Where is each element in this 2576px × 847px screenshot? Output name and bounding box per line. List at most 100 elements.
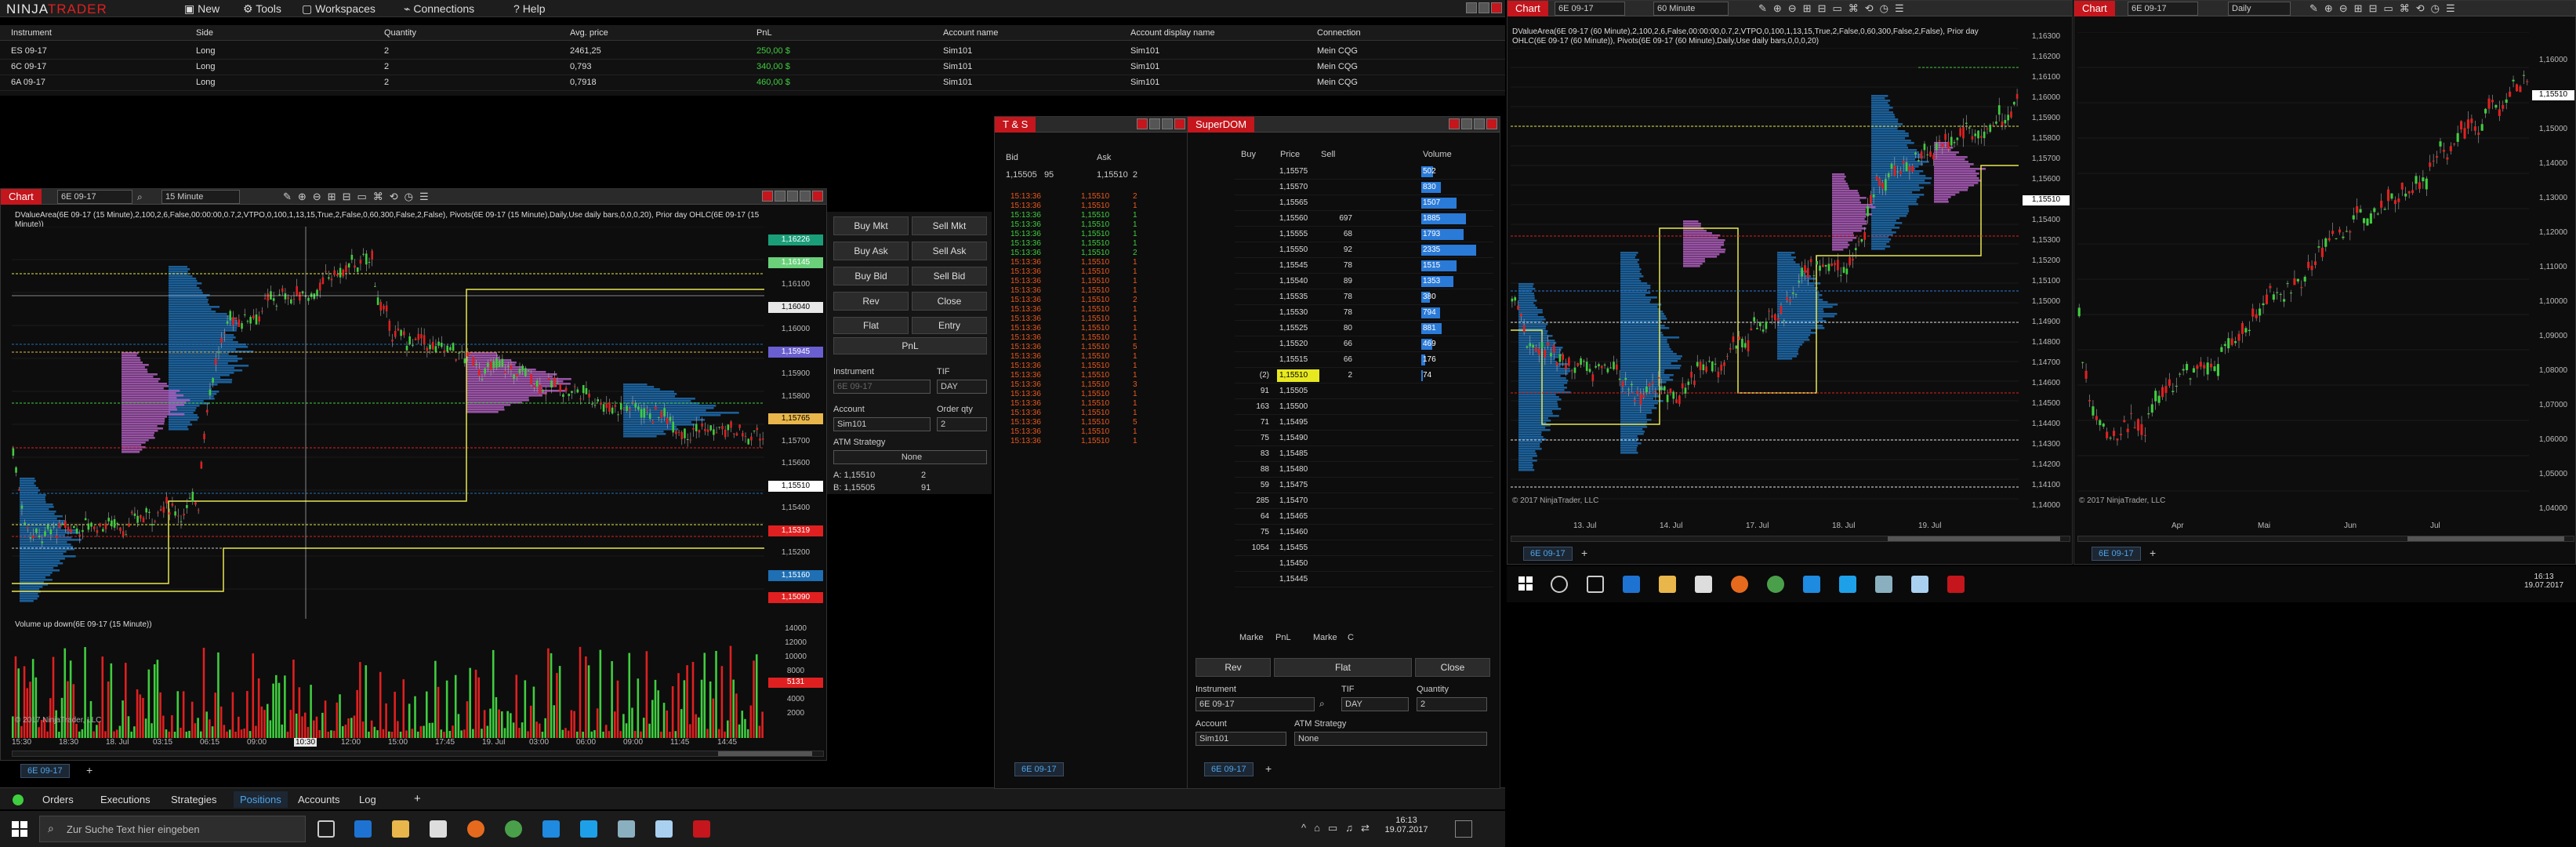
drawing-tools-icon[interactable]: ✎⊕⊖⊞⊟▭⌘⟲◷☰ bbox=[1758, 2, 1910, 15]
superdom-tab[interactable]: 6E 09-17 bbox=[1204, 762, 1254, 776]
col-quantity[interactable]: Quantity bbox=[384, 28, 416, 38]
dom-row[interactable]: 64 1,15465 bbox=[1235, 509, 1493, 525]
dom-row[interactable]: 1,15575 502 bbox=[1235, 164, 1493, 180]
chart1-tab[interactable]: 6E 09-17 bbox=[20, 764, 70, 778]
menu-help[interactable]: ? Help bbox=[513, 2, 545, 15]
dom-row[interactable]: 1,15445 bbox=[1235, 572, 1493, 587]
windows-start-icon[interactable] bbox=[1518, 576, 1533, 591]
app-icon[interactable] bbox=[542, 820, 560, 838]
chart2-price-panel[interactable] bbox=[1511, 48, 2019, 517]
dom-row[interactable]: 1,15560 697 1885 bbox=[1235, 211, 1493, 227]
dom-row[interactable]: 83 1,15485 bbox=[1235, 446, 1493, 462]
dom-row[interactable]: 1054 1,15455 bbox=[1235, 540, 1493, 556]
drawing-tools-icon[interactable]: ✎⊕⊖⊞⊟▭⌘⟲◷☰ bbox=[2309, 2, 2462, 15]
dom-row[interactable]: 1,15570 830 bbox=[1235, 180, 1493, 195]
superdom-window-controls[interactable] bbox=[1447, 118, 1497, 132]
chart3-interval-select[interactable]: Daily bbox=[2228, 2, 2291, 16]
drawing-tools-icon[interactable]: ✎⊕⊖⊞⊟▭⌘⟲◷☰ bbox=[283, 191, 435, 203]
chrome-icon[interactable] bbox=[505, 820, 522, 838]
dom-account-select[interactable]: Sim101 bbox=[1195, 732, 1286, 746]
sell-ask-button[interactable]: Sell Ask bbox=[912, 242, 987, 260]
sell-mkt-button[interactable]: Sell Mkt bbox=[912, 216, 987, 235]
chart3-price-axis[interactable]: 1,16000 1,15510 1,15000 1,14000 1,13000 1,120… bbox=[2531, 24, 2576, 526]
dom-row[interactable]: 1,15555 68 1793 bbox=[1235, 227, 1493, 242]
chart2-tab[interactable]: 6E 09-17 bbox=[1523, 547, 1573, 561]
dom-row[interactable]: 1,15450 bbox=[1235, 556, 1493, 572]
dom-market-buy[interactable]: Marke bbox=[1239, 633, 1264, 642]
task-view-icon[interactable] bbox=[1587, 576, 1604, 593]
app-icon[interactable] bbox=[618, 820, 635, 838]
menu-connections[interactable]: ⌁ Connections bbox=[404, 2, 474, 16]
chart1-interval-select[interactable]: 15 Minute bbox=[161, 190, 240, 204]
tab-strategies[interactable]: Strategies bbox=[171, 794, 217, 805]
col-account-display[interactable]: Account display name bbox=[1130, 28, 1215, 38]
explorer-icon[interactable] bbox=[1659, 576, 1676, 593]
chart1-window-controls[interactable] bbox=[760, 191, 823, 204]
col-pnl[interactable]: PnL bbox=[756, 28, 772, 38]
dom-row[interactable]: 88 1,15480 bbox=[1235, 462, 1493, 478]
chart2-price-axis[interactable]: 1,16300 1,16200 1,16100 1,16000 1,15900 1,158… bbox=[2021, 27, 2073, 529]
reverse-button[interactable]: Rev bbox=[833, 292, 909, 311]
skype-icon[interactable] bbox=[580, 820, 597, 838]
chart1-instrument-select[interactable]: 6E 09-17 bbox=[57, 190, 132, 204]
taskbar-clock[interactable]: 16:13 19.07.2017 bbox=[1383, 816, 1430, 834]
app-icon[interactable] bbox=[655, 820, 673, 838]
store-icon[interactable] bbox=[430, 820, 447, 838]
firefox-icon[interactable] bbox=[467, 820, 484, 838]
ninjatrader-taskbar-icon[interactable] bbox=[1947, 576, 1965, 593]
dom-row[interactable]: 91 1,15505 bbox=[1235, 384, 1493, 399]
windows-start-icon[interactable] bbox=[11, 820, 28, 838]
chart1-price-panel[interactable] bbox=[12, 227, 764, 619]
tab-orders[interactable]: Orders bbox=[42, 794, 74, 805]
dom-close-button[interactable]: Close bbox=[1415, 658, 1490, 677]
buy-ask-button[interactable]: Buy Ask bbox=[833, 242, 909, 260]
dom-row[interactable]: 1,15535 78 380 bbox=[1235, 289, 1493, 305]
task-view-icon[interactable] bbox=[317, 820, 335, 838]
tab-accounts[interactable]: Accounts bbox=[298, 794, 339, 805]
chart-trader-account[interactable]: Sim101 bbox=[833, 417, 931, 431]
search-icon[interactable]: ⌕ bbox=[1319, 698, 1325, 710]
dom-qty-input[interactable]: 2 bbox=[1417, 697, 1487, 711]
add-tab-icon[interactable]: + bbox=[414, 792, 421, 805]
chart-trader-qty[interactable]: 2 bbox=[937, 417, 987, 431]
chart2-time-axis[interactable]: 13. Jul 14. Jul 17. Jul 18. Jul 19. Jul bbox=[1511, 522, 2019, 533]
notification-icon[interactable] bbox=[1455, 820, 1472, 838]
ts-window-controls[interactable] bbox=[1135, 118, 1185, 132]
chart-trader-atm[interactable]: None bbox=[833, 450, 987, 464]
dom-row[interactable]: (2) 1,15510 2 74 bbox=[1235, 368, 1493, 384]
add-tab-icon[interactable]: + bbox=[1265, 762, 1272, 775]
chart1-scrollbar[interactable] bbox=[12, 751, 824, 757]
add-tab-icon[interactable]: + bbox=[86, 764, 93, 776]
dom-reverse-button[interactable]: Rev bbox=[1195, 658, 1271, 677]
chart3-scrollbar[interactable] bbox=[2077, 536, 2574, 542]
chart1-price-axis[interactable]: 1,16226 1,16145 1,16100 1,16040 1,16000 1,159… bbox=[765, 227, 828, 619]
menu-workspaces[interactable]: ▢ Workspaces bbox=[302, 2, 376, 16]
buy-bid-button[interactable]: Buy Bid bbox=[833, 267, 909, 285]
col-instrument[interactable]: Instrument bbox=[11, 28, 52, 38]
dom-row[interactable]: 71 1,15495 bbox=[1235, 415, 1493, 431]
search-icon[interactable]: ⌕ bbox=[137, 191, 143, 203]
app-icon[interactable] bbox=[1911, 576, 1928, 593]
store-icon[interactable] bbox=[1695, 576, 1712, 593]
chart-trader-tif[interactable]: DAY bbox=[937, 380, 987, 394]
sell-bid-button[interactable]: Sell Bid bbox=[912, 267, 987, 285]
dom-instrument-select[interactable]: 6E 09-17 bbox=[1195, 697, 1315, 711]
window-controls[interactable] bbox=[1464, 2, 1502, 16]
dom-row[interactable]: 1,15550 92 2335 bbox=[1235, 242, 1493, 258]
chart2-interval-select[interactable]: 60 Minute bbox=[1653, 2, 1729, 16]
close-position-button[interactable]: Close bbox=[912, 292, 987, 311]
firefox-icon[interactable] bbox=[1731, 576, 1748, 593]
dom-row[interactable]: 1,15525 80 881 bbox=[1235, 321, 1493, 336]
dom-row[interactable]: 1,15565 1507 bbox=[1235, 195, 1493, 211]
chart2-instrument-select[interactable]: 6E 09-17 bbox=[1555, 2, 1625, 16]
dom-row[interactable]: 1,15530 78 794 bbox=[1235, 305, 1493, 321]
skype-icon[interactable] bbox=[1839, 576, 1856, 593]
chart3-tab[interactable]: 6E 09-17 bbox=[2092, 547, 2141, 561]
tab-log[interactable]: Log bbox=[359, 794, 376, 805]
col-connection[interactable]: Connection bbox=[1317, 28, 1361, 38]
ninjatrader-taskbar-icon[interactable] bbox=[693, 820, 710, 838]
edge-icon[interactable] bbox=[354, 820, 372, 838]
taskbar-clock[interactable]: 16:13 19.07.2017 bbox=[2518, 573, 2570, 590]
chart3-price-panel[interactable] bbox=[2077, 32, 2529, 517]
system-tray-icons[interactable]: ^⌂▭♫⇄ bbox=[1301, 822, 1377, 834]
